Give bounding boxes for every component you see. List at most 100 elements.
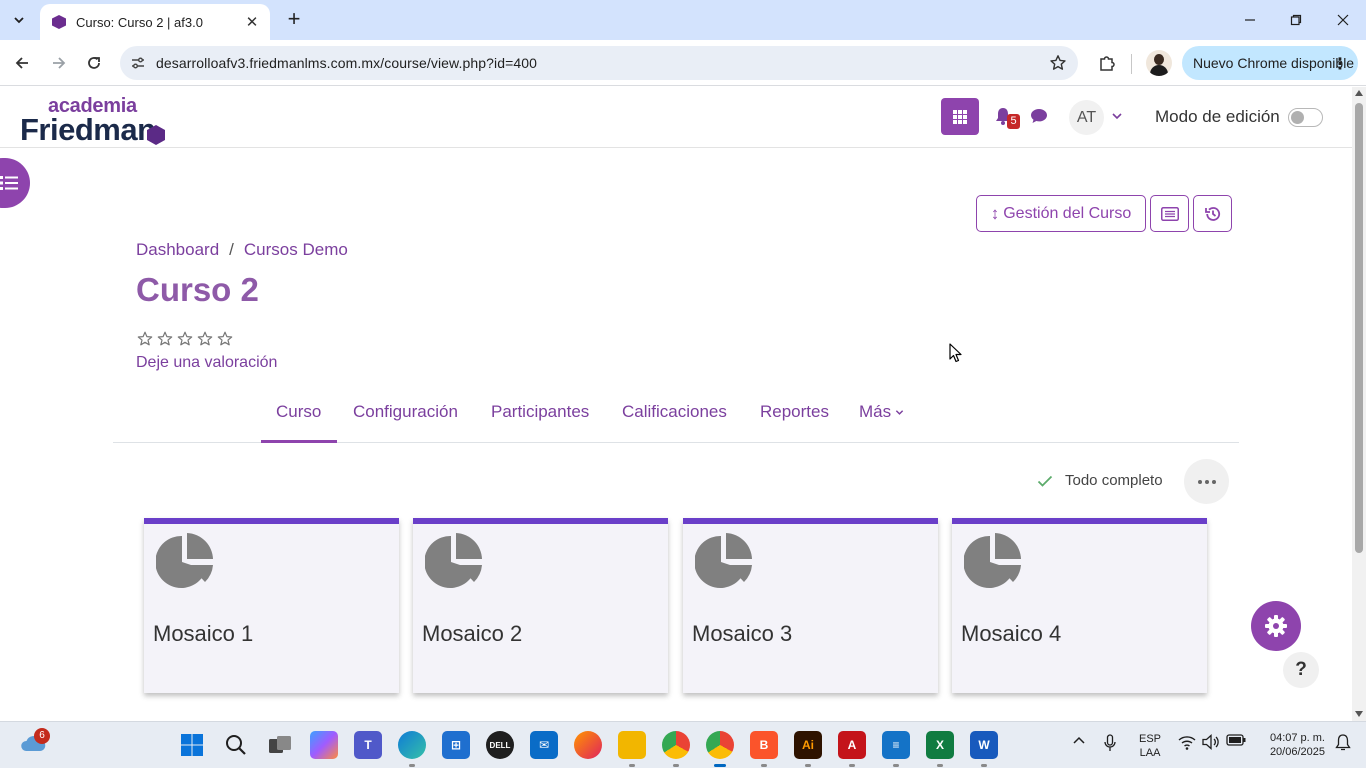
star-outline-icon[interactable] (217, 331, 233, 347)
star-outline-icon[interactable] (157, 331, 173, 347)
tile-mosaico-3[interactable]: Mosaico 3 (683, 518, 938, 693)
word-taskbar-icon[interactable]: W (970, 731, 998, 767)
brave-taskbar-icon[interactable]: B (750, 731, 778, 767)
dell-taskbar-icon[interactable]: DELL (486, 731, 514, 759)
chevron-down-icon (895, 410, 904, 415)
microphone-icon (1104, 734, 1116, 751)
scrollbar-thumb[interactable] (1355, 103, 1363, 553)
breadcrumb-dashboard-link[interactable]: Dashboard (136, 240, 219, 260)
tile-mosaico-2[interactable]: Mosaico 2 (413, 518, 668, 693)
task-view-button[interactable] (266, 731, 294, 759)
star-outline-icon[interactable] (177, 331, 193, 347)
site-settings-icon[interactable] (120, 55, 156, 71)
chrome-update-button[interactable]: Nuevo Chrome disponible ⋮ (1182, 46, 1358, 80)
store-taskbar-icon[interactable]: ⊞ (442, 731, 470, 759)
wifi-icon (1178, 736, 1196, 750)
start-button[interactable] (178, 731, 206, 759)
tab-reportes[interactable]: Reportes (760, 402, 829, 422)
edit-mode-toggle[interactable] (1288, 108, 1323, 127)
star-outline-icon[interactable] (137, 331, 153, 347)
notifications-center-button[interactable] (1335, 734, 1351, 755)
check-icon (1037, 475, 1053, 487)
tab-calificaciones[interactable]: Calificaciones (622, 402, 727, 422)
extensions-button[interactable] (1093, 49, 1121, 77)
course-summary-button[interactable] (1150, 195, 1189, 232)
mail-taskbar-icon[interactable]: ✉ (530, 731, 558, 759)
microphone-button[interactable] (1103, 734, 1117, 755)
windows-logo-icon (181, 734, 203, 756)
profile-avatar[interactable] (1146, 50, 1172, 76)
copilot-taskbar-icon[interactable] (310, 731, 338, 759)
battery-button[interactable] (1226, 734, 1246, 749)
tile-mosaico-4[interactable]: Mosaico 4 (952, 518, 1207, 693)
bookmark-star-icon[interactable] (1038, 54, 1078, 72)
course-more-options-button[interactable] (1184, 459, 1229, 504)
system-clock[interactable]: 04:07 p. m. 20/06/2025 (1257, 731, 1325, 759)
page-scrollbar[interactable] (1352, 87, 1366, 721)
address-bar[interactable]: desarrolloafv3.friedmanlms.com.mx/course… (120, 46, 1078, 80)
chrome-taskbar-icon[interactable] (662, 731, 690, 767)
reload-button[interactable] (80, 49, 108, 77)
close-window-button[interactable] (1320, 6, 1366, 34)
chrome-active-taskbar-icon[interactable] (706, 731, 734, 767)
messages-button[interactable] (1030, 108, 1050, 126)
acrobat-taskbar-icon[interactable]: A (838, 731, 866, 767)
star-outline-icon[interactable] (197, 331, 213, 347)
pie-chart-icon (425, 533, 482, 588)
notepad-taskbar-icon[interactable]: ≡ (882, 731, 910, 767)
course-management-button[interactable]: ↕ Gestión del Curso (976, 195, 1146, 232)
vertical-arrows-icon: ↕ (990, 203, 1000, 223)
course-index-drawer-button[interactable] (0, 158, 30, 208)
apps-grid-button[interactable] (941, 98, 979, 135)
forward-button[interactable] (45, 49, 73, 77)
rate-course-link[interactable]: Deje una valoración (136, 354, 277, 372)
academia-friedman-logo[interactable]: academia Friedman (20, 95, 170, 147)
file-explorer-taskbar-icon[interactable] (618, 731, 646, 767)
teams-taskbar-icon[interactable]: T (354, 731, 382, 759)
minimize-window-button[interactable] (1227, 6, 1273, 34)
notification-bell-icon (1335, 734, 1351, 751)
course-action-buttons: ↕ Gestión del Curso (976, 195, 1232, 232)
search-taskbar-button[interactable] (222, 731, 250, 759)
notifications-button[interactable]: 5 (995, 107, 1020, 129)
excel-taskbar-icon[interactable]: X (926, 731, 954, 767)
tile-title: Mosaico 2 (422, 621, 523, 646)
user-menu-chevron-icon[interactable] (1111, 109, 1123, 121)
tab-configuracion[interactable]: Configuración (353, 402, 458, 422)
new-tab-button[interactable]: + (282, 8, 306, 32)
network-button[interactable] (1178, 734, 1196, 753)
tile-title: Mosaico 1 (153, 621, 254, 646)
chevron-up-icon (1073, 736, 1085, 744)
settings-fab-button[interactable] (1251, 601, 1301, 651)
kebab-menu-icon[interactable]: ⋮ (1332, 54, 1348, 74)
firefox-taskbar-icon[interactable] (574, 731, 602, 759)
tab-participantes[interactable]: Participantes (491, 402, 589, 422)
help-fab-button[interactable]: ? (1283, 652, 1319, 688)
input-language-indicator[interactable]: ESP LAA (1139, 732, 1161, 760)
scroll-up-arrow-icon[interactable] (1355, 90, 1363, 96)
tab-search-button[interactable] (6, 8, 32, 32)
scroll-down-arrow-icon[interactable] (1355, 711, 1363, 717)
weather-widget[interactable]: 6 (20, 728, 50, 758)
illustrator-taskbar-icon[interactable]: Ai (794, 731, 822, 767)
tile-mosaico-1[interactable]: Mosaico 1 (144, 518, 399, 693)
tile-title: Mosaico 4 (961, 621, 1062, 646)
browser-tab-active[interactable]: Curso: Curso 2 | af3.0 ✕ (40, 4, 270, 40)
back-button[interactable] (8, 49, 36, 77)
completion-status: Todo completo (1037, 472, 1163, 489)
edge-taskbar-icon[interactable] (398, 731, 426, 767)
show-hidden-icons-button[interactable] (1072, 734, 1086, 751)
user-avatar[interactable]: AT (1069, 100, 1104, 135)
close-tab-icon[interactable]: ✕ (242, 13, 262, 31)
tab-curso[interactable]: Curso (276, 402, 321, 422)
grid-icon (953, 109, 967, 124)
maximize-window-button[interactable] (1273, 6, 1319, 34)
course-rating-stars[interactable] (137, 331, 233, 347)
windows-taskbar: 6 T ⊞ DELL ✉ B Ai A ≡ X W ESP LAA 04:07 … (0, 721, 1366, 768)
course-history-button[interactable] (1193, 195, 1232, 232)
breadcrumb-category-link[interactable]: Cursos Demo (244, 240, 348, 260)
volume-button[interactable] (1202, 734, 1220, 753)
list-icon (0, 176, 18, 190)
clock-date: 20/06/2025 (1269, 746, 1325, 758)
tab-mas[interactable]: Más (859, 402, 904, 422)
